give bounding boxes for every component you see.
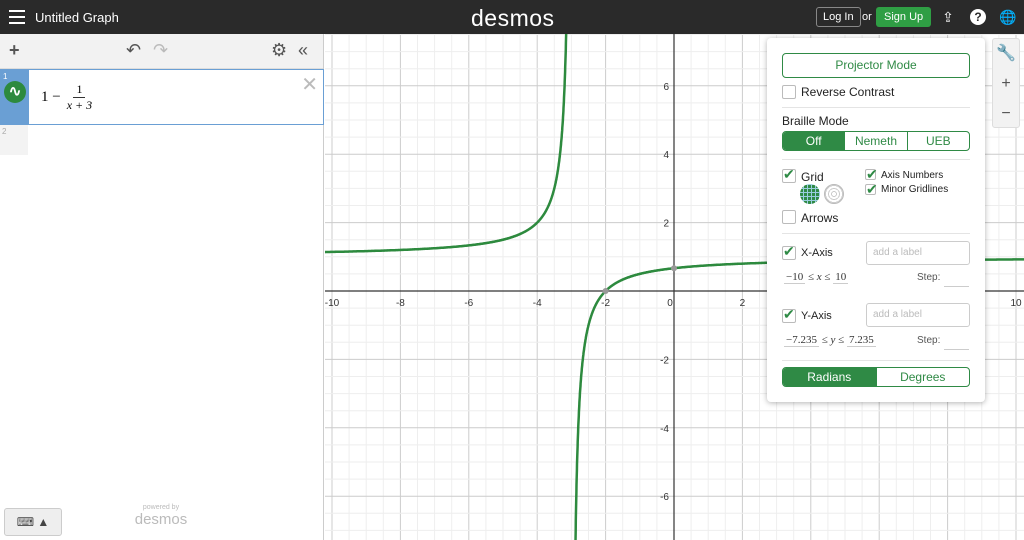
x-tick-label: -2 (601, 298, 610, 309)
x-tick-label: -6 (464, 298, 473, 309)
minor-gridlines-checkbox[interactable] (865, 181, 878, 198)
add-icon[interactable]: + (9, 40, 20, 61)
x-intercept-point (602, 288, 609, 294)
help-icon[interactable]: ? (970, 9, 986, 25)
x-tick-label: 2 (740, 298, 746, 309)
delete-icon[interactable]: ✕ (301, 72, 318, 97)
collapse-icon[interactable]: « (298, 40, 308, 61)
y-tick-label: 4 (663, 150, 669, 161)
reverse-contrast-label: Reverse Contrast (801, 85, 895, 99)
y-tick-label: -6 (660, 492, 669, 503)
expression-panel: + ↶ ↷ ⚙ « 1 ∿ 1 − 1x + 3 ✕ 2 ⌨ ▲ powered… (0, 34, 324, 540)
x-tick-label: -4 (533, 298, 542, 309)
reverse-contrast-checkbox[interactable] (782, 85, 796, 99)
expression-index[interactable]: 2 (0, 125, 28, 155)
login-button[interactable]: Log In (816, 7, 861, 27)
y-range: −7.235 ≤ y ≤ 7.235 (784, 334, 876, 347)
arrows-checkbox[interactable] (782, 210, 796, 224)
x-max-input[interactable]: 10 (833, 271, 849, 284)
expression-item[interactable]: 1 ∿ 1 − 1x + 3 ✕ (0, 69, 324, 125)
powered-by: powered by desmos (134, 504, 188, 528)
top-bar: Untitled Graph desmos Log In or Sign Up … (0, 0, 1024, 34)
grid-checkbox[interactable] (782, 166, 796, 183)
x-tick-label: 0 (667, 298, 673, 309)
gear-icon[interactable]: ⚙ (271, 40, 287, 61)
x-tick-label: -8 (396, 298, 405, 309)
y-axis-checkbox[interactable] (782, 306, 796, 323)
degrees-option[interactable]: Degrees (875, 368, 970, 386)
x-min-input[interactable]: −10 (784, 271, 806, 284)
desmos-logo: desmos (471, 5, 555, 31)
y-min-input[interactable]: −7.235 (784, 334, 819, 347)
x-step-label: Step: (917, 272, 941, 283)
cartesian-grid-icon[interactable] (800, 184, 820, 204)
undo-icon[interactable]: ↶ (126, 40, 141, 61)
or-text: or (862, 11, 872, 23)
grid-label: Grid (801, 170, 824, 184)
x-step-input[interactable] (944, 286, 969, 287)
expression-prefix: 1 − (41, 89, 61, 105)
graph-toggle-icon[interactable]: ∿ (4, 81, 26, 103)
graph-title[interactable]: Untitled Graph (35, 10, 119, 25)
zoom-in-icon[interactable]: + (993, 69, 1019, 99)
polar-grid-icon[interactable] (824, 184, 844, 204)
y-step-label: Step: (917, 335, 941, 346)
braille-off[interactable]: Off (783, 132, 845, 150)
numerator: 1 (73, 82, 86, 98)
x-tick-label: 10 (1010, 298, 1022, 309)
y-range-var: ≤ y ≤ (821, 334, 845, 346)
x-axis-label: X-Axis (801, 247, 833, 259)
projector-mode-button[interactable]: Projector Mode (782, 53, 970, 78)
arrows-label: Arrows (801, 211, 839, 225)
x-axis-checkbox[interactable] (782, 243, 796, 260)
y-tick-label: 2 (663, 219, 669, 230)
angle-mode-toggle: Radians Degrees (782, 367, 970, 387)
x-range-var: ≤ x ≤ (807, 271, 831, 283)
redo-icon[interactable]: ↷ (153, 40, 168, 61)
y-axis-label-input[interactable]: add a label (866, 303, 970, 327)
y-tick-label: 6 (663, 82, 669, 93)
signup-button[interactable]: Sign Up (876, 7, 932, 27)
y-step-input[interactable] (944, 349, 969, 350)
braille-mode-label: Braille Mode (782, 114, 849, 128)
y-max-input[interactable]: 7.235 (846, 334, 876, 347)
braille-ueb[interactable]: UEB (906, 132, 969, 150)
y-axis-label: Y-Axis (801, 310, 832, 322)
y-tick-label: -2 (660, 355, 669, 366)
minor-gridlines-label: Minor Gridlines (881, 184, 949, 195)
braille-mode-toggle: Off Nemeth UEB (782, 131, 970, 151)
braille-nemeth[interactable]: Nemeth (844, 132, 906, 150)
y-tick-label: -4 (660, 424, 669, 435)
x-tick-label: -10 (325, 298, 340, 309)
function-curve (325, 34, 568, 254)
expression-math[interactable]: 1 − 1x + 3 (41, 82, 92, 113)
settings-wrench-icon[interactable]: 🔧 (993, 39, 1019, 69)
radians-option[interactable]: Radians (783, 368, 876, 386)
y-intercept-point (671, 265, 677, 272)
graph-settings-panel: Projector Mode Reverse Contrast Braille … (767, 38, 985, 402)
x-axis-label-input[interactable]: add a label (866, 241, 970, 265)
expression-toolbar: + ↶ ↷ ⚙ « (0, 34, 323, 69)
zoom-out-icon[interactable]: − (993, 99, 1019, 129)
keyboard-toggle-button[interactable]: ⌨ ▲ (4, 508, 62, 536)
denominator: x + 3 (66, 98, 93, 112)
axis-numbers-checkbox[interactable] (865, 166, 878, 183)
menu-icon[interactable] (9, 10, 25, 24)
x-range: −10 ≤ x ≤ 10 (784, 271, 849, 284)
share-icon[interactable]: ⇪ (940, 9, 956, 25)
zoom-controls: 🔧 + − (992, 38, 1020, 128)
axis-numbers-label: Axis Numbers (881, 170, 944, 181)
globe-icon[interactable]: 🌐 (999, 9, 1016, 25)
